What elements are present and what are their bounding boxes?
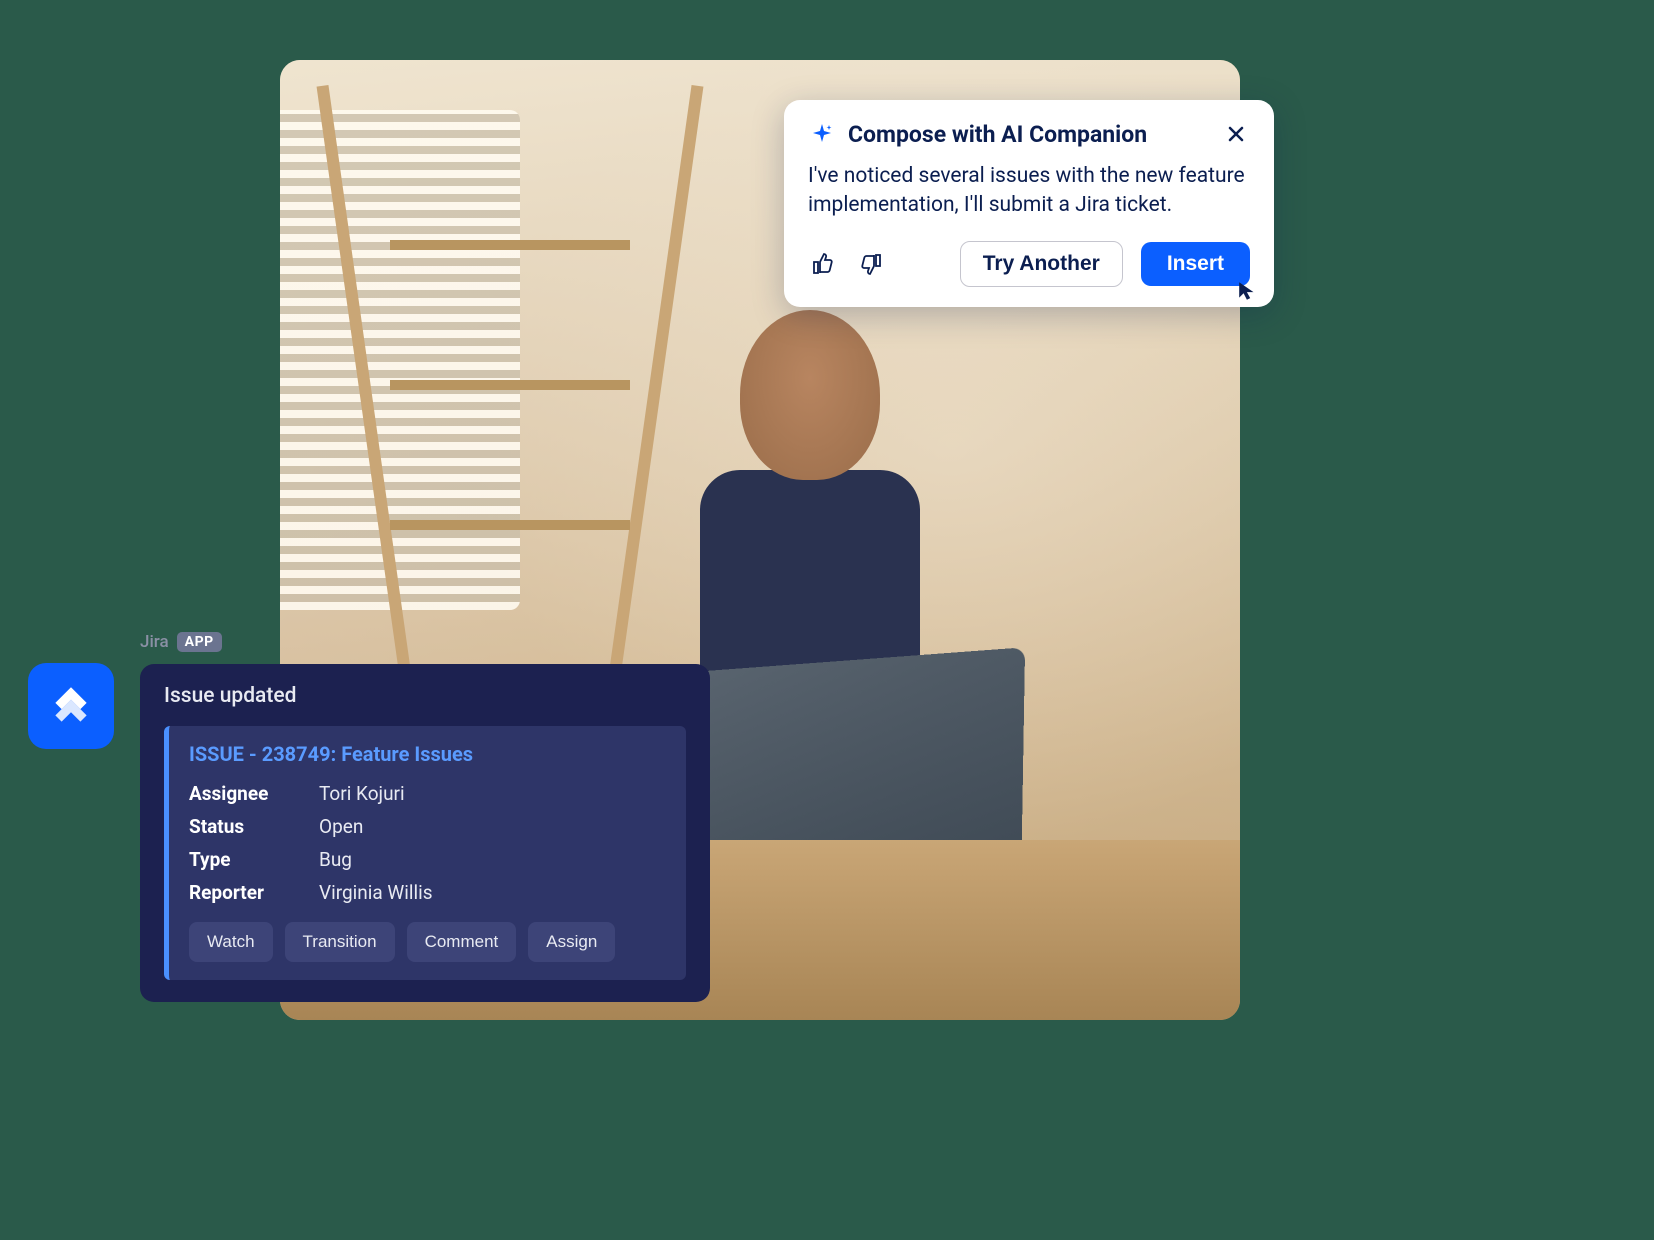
ai-popup-header: Compose with AI Companion (808, 120, 1250, 148)
watch-button[interactable]: Watch (189, 922, 273, 962)
jira-issue-card: Issue updated ISSUE - 238749: Feature Is… (140, 664, 710, 1002)
assign-button[interactable]: Assign (528, 922, 615, 962)
reporter-value: Virginia Willis (319, 881, 666, 904)
issue-block: ISSUE - 238749: Feature Issues Assignee … (164, 726, 686, 980)
reporter-label: Reporter (189, 881, 319, 904)
app-badge: APP (177, 632, 222, 652)
comment-button[interactable]: Comment (407, 922, 517, 962)
ai-suggestion-text: I've noticed several issues with the new… (808, 162, 1250, 221)
ai-popup-title: Compose with AI Companion (848, 121, 1210, 148)
close-button[interactable] (1222, 120, 1250, 148)
try-another-button[interactable]: Try Another (960, 241, 1123, 287)
jira-app-label: Jira APP (140, 632, 222, 652)
status-value: Open (319, 815, 666, 838)
type-value: Bug (319, 848, 666, 871)
shelf (380, 80, 640, 680)
thumbs-down-icon[interactable] (856, 249, 886, 279)
type-label: Type (189, 848, 319, 871)
card-header: Issue updated (164, 684, 686, 708)
issue-actions: Watch Transition Comment Assign (189, 922, 666, 962)
jira-name: Jira (140, 632, 169, 652)
cursor-icon (1236, 280, 1260, 304)
thumbs-up-icon[interactable] (808, 249, 838, 279)
sparkle-icon (808, 120, 836, 148)
insert-button-label: Insert (1167, 252, 1224, 275)
transition-button[interactable]: Transition (285, 922, 395, 962)
ai-companion-popup: Compose with AI Companion I've noticed s… (784, 100, 1274, 307)
assignee-value: Tori Kojuri (319, 782, 666, 805)
status-label: Status (189, 815, 319, 838)
issue-fields: Assignee Tori Kojuri Status Open Type Bu… (189, 782, 666, 904)
assignee-label: Assignee (189, 782, 319, 805)
jira-app-icon[interactable] (28, 663, 114, 749)
issue-title-link[interactable]: ISSUE - 238749: Feature Issues (189, 742, 666, 766)
insert-button[interactable]: Insert (1141, 242, 1250, 286)
ai-popup-actions: Try Another Insert (808, 241, 1250, 287)
